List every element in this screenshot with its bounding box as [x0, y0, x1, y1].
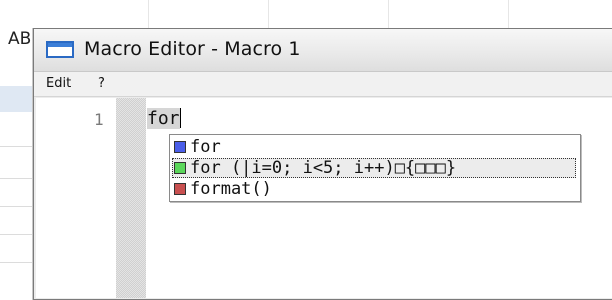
background-gridline [388, 0, 389, 30]
autocomplete-item-label: for (|i=0; i<5; i++)□{□□□} [190, 158, 457, 178]
background-gridline [268, 0, 269, 30]
title-bar[interactable]: Macro Editor - Macro 1 [34, 29, 612, 72]
autocomplete-item-label: for [190, 137, 221, 157]
window-icon [46, 41, 74, 58]
background-gridline [148, 0, 149, 30]
code-editor[interactable]: 1 for for for (|i=0; i<5; i++)□{□□□} for… [36, 98, 612, 298]
code-text: for [147, 108, 180, 129]
autocomplete-item[interactable]: format() [172, 179, 576, 199]
autocomplete-item-label: format() [190, 179, 272, 199]
keyword-icon [174, 141, 186, 153]
line-number: 1 [94, 110, 104, 129]
code-line[interactable]: for [147, 108, 181, 129]
menu-item-edit[interactable]: Edit [46, 76, 71, 91]
menu-bar: Edit ? [34, 72, 612, 97]
window-title: Macro Editor - Macro 1 [84, 38, 301, 60]
autocomplete-popup[interactable]: for for (|i=0; i<5; i++)□{□□□} format() [169, 134, 581, 202]
snippet-icon [174, 162, 186, 174]
macro-editor-window: Macro Editor - Macro 1 Edit ? 1 for for … [33, 28, 612, 300]
menu-item-help[interactable]: ? [98, 76, 105, 91]
line-number-gutter: 1 [36, 98, 116, 298]
background-gridline [508, 0, 509, 30]
autocomplete-item-selected[interactable]: for (|i=0; i<5; i++)□{□□□} [172, 158, 576, 178]
function-icon [174, 183, 186, 195]
background-title-fragment: АB [8, 29, 32, 49]
text-caret [179, 108, 181, 128]
autocomplete-item[interactable]: for [172, 137, 576, 157]
fold-margin [116, 98, 146, 298]
